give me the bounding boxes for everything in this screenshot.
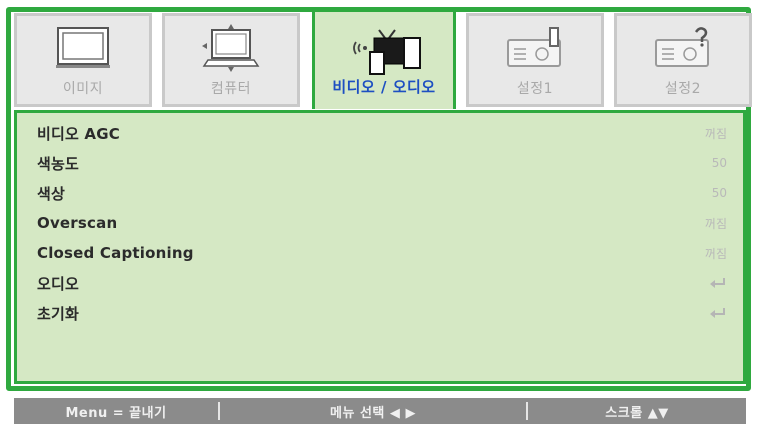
menu-item-label: 비디오 AGC — [37, 124, 120, 143]
menu-item-video-agc[interactable]: 비디오 AGC 꺼짐 — [37, 121, 727, 145]
tab-video-audio-label: 비디오 / 오디오 — [332, 78, 436, 96]
enter-icon — [709, 304, 727, 323]
menu-item-label: 오디오 — [37, 274, 80, 293]
menu-item-label: 색농도 — [37, 154, 80, 173]
status-scroll-hint: 스크롤 ▲▼ — [605, 405, 669, 421]
tab-settings2-label: 설정2 — [664, 81, 702, 97]
menu-item-reset[interactable]: 초기화 — [37, 301, 727, 325]
computer-icon — [165, 22, 297, 74]
menu-item-closed-captioning[interactable]: Closed Captioning 꺼짐 — [37, 241, 727, 265]
menu-item-label: 색상 — [37, 184, 66, 203]
tab-settings1-label: 설정1 — [516, 81, 554, 97]
projector-settings-icon — [469, 22, 601, 74]
tab-computer[interactable]: 컴퓨터 — [162, 13, 300, 107]
tab-bar: 이미지 컴퓨터 비디오 / 오디오 설정1 설정2 — [14, 9, 752, 109]
status-select-hint: 메뉴 선택 ◀ ▶ — [330, 405, 416, 421]
menu-panel: 비디오 AGC 꺼짐 색농도 50 색상 50 Overscan 꺼짐 Clos… — [14, 110, 746, 384]
status-menu-hint: Menu = 끝내기 — [65, 405, 167, 421]
menu-item-value: 꺼짐 — [704, 246, 727, 261]
menu-item-overscan[interactable]: Overscan 꺼짐 — [37, 211, 727, 235]
tab-video-audio[interactable]: 비디오 / 오디오 — [312, 9, 456, 109]
menu-item-label: 초기화 — [37, 304, 80, 323]
tab-image[interactable]: 이미지 — [14, 13, 152, 107]
menu-item-audio[interactable]: 오디오 — [37, 271, 727, 295]
menu-item-value: 꺼짐 — [704, 216, 727, 231]
menu-item-hue[interactable]: 색상 50 — [37, 181, 727, 205]
tab-settings2[interactable]: 설정2 — [614, 13, 752, 107]
tab-image-label: 이미지 — [62, 81, 104, 97]
tab-computer-label: 컴퓨터 — [210, 81, 252, 97]
monitor-icon — [17, 22, 149, 74]
enter-icon — [709, 274, 727, 293]
menu-item-value: 50 — [711, 156, 727, 170]
status-bar: Menu = 끝내기 메뉴 선택 ◀ ▶ 스크롤 ▲▼ — [14, 398, 746, 424]
tab-settings1[interactable]: 설정1 — [466, 13, 604, 107]
menu-item-value: 꺼짐 — [704, 126, 727, 141]
menu-item-saturation[interactable]: 색농도 50 — [37, 151, 727, 175]
menu-item-label: Closed Captioning — [37, 244, 194, 262]
video-audio-icon — [315, 26, 453, 78]
menu-item-value: 50 — [711, 186, 727, 200]
projector-help-icon — [617, 22, 749, 74]
menu-item-label: Overscan — [37, 214, 118, 232]
